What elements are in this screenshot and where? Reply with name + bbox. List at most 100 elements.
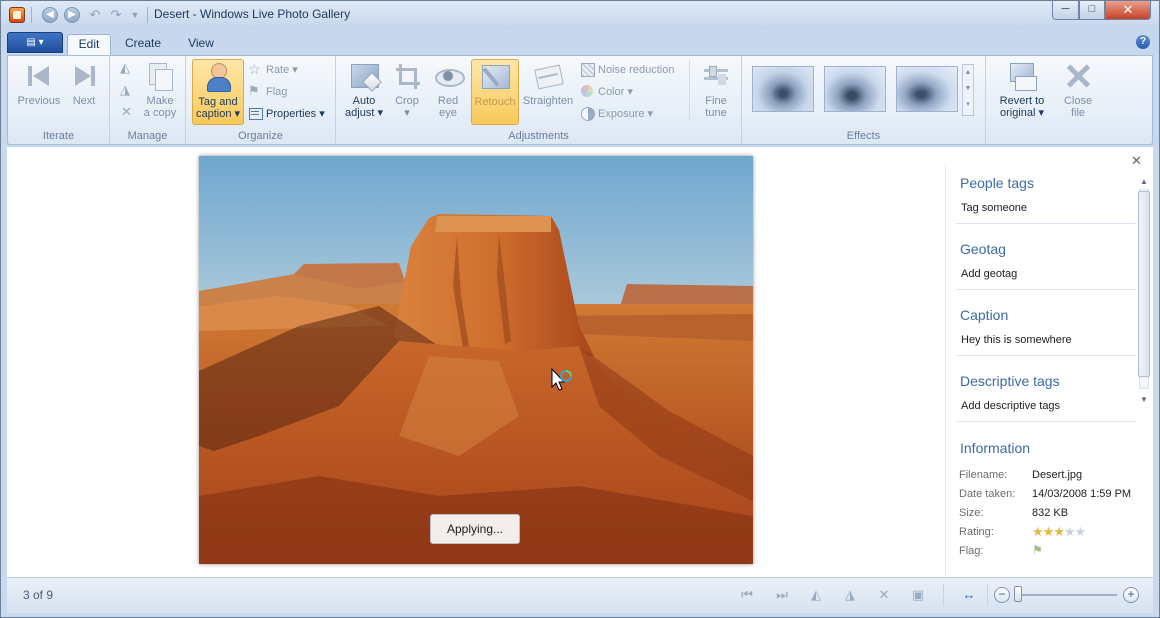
next-photo-icon[interactable]: ⏭ [773, 586, 791, 604]
tag-and-caption-button[interactable]: Tag and caption ▾ [192, 59, 244, 125]
customize-qat-icon[interactable]: ▼ [127, 7, 143, 23]
previous-icon [24, 61, 54, 91]
straighten-label: Straighten [522, 95, 574, 107]
star-empty-icon[interactable]: ★ [1075, 524, 1087, 539]
minimize-button[interactable]: ─ [1052, 1, 1079, 20]
fine-tune-button[interactable]: Fine tune [696, 59, 736, 125]
ribbon-tab-strip: ▤ ▾ Edit Create View ? [1, 29, 1159, 55]
date-taken-value[interactable]: 14/03/2008 1:59 PM [1032, 488, 1131, 500]
scroll-up-icon[interactable]: ▲ [1140, 177, 1148, 186]
rotate-left-icon[interactable] [120, 60, 134, 76]
properties-button[interactable]: Properties ▾ [248, 105, 325, 123]
tag-caption-dropdown-icon: ▾ [231, 108, 241, 120]
zoom-slider-track[interactable] [1017, 594, 1117, 596]
previous-photo-icon[interactable]: ⏮ [738, 586, 756, 604]
rotate-right-icon[interactable] [120, 82, 134, 98]
next-label: Next [72, 95, 96, 107]
revert-to-original-button[interactable]: Revert to original ▾ [994, 59, 1050, 125]
straighten-button[interactable]: Straighten [520, 59, 576, 125]
fit-to-window-icon[interactable]: ↔ [960, 586, 978, 604]
properties-label: Properties [266, 108, 317, 120]
star-empty-icon[interactable]: ★ [1064, 524, 1076, 539]
crop-button[interactable]: Crop ▾ [388, 59, 426, 125]
forward-icon[interactable]: ▶ [64, 7, 80, 23]
tab-edit[interactable]: Edit [67, 34, 111, 55]
section-divider [956, 355, 1136, 356]
app-menu-button[interactable]: ▤ ▾ [7, 32, 63, 53]
rotate-left-icon[interactable]: ◭ [807, 586, 825, 604]
help-icon[interactable]: ? [1136, 35, 1150, 49]
zoom-out-icon[interactable]: − [994, 587, 1010, 603]
effect-thumbnail[interactable] [896, 66, 958, 112]
retouch-button[interactable]: Retouch [471, 59, 519, 125]
previous-button[interactable]: Previous [14, 59, 64, 125]
delete-icon[interactable]: ✕ [875, 586, 893, 604]
rate-button[interactable]: Rate ▾ [248, 60, 298, 79]
scroll-thumb[interactable] [1138, 191, 1150, 377]
flag-status-icon[interactable]: ⚑ [1032, 543, 1043, 557]
caption-field[interactable]: Hey this is somewhere [961, 334, 1072, 346]
close-icon: ✕ [1122, 2, 1134, 17]
effect-thumbnail[interactable] [824, 66, 886, 112]
make-copy-icon [145, 61, 175, 91]
geotag-title: Geotag [960, 241, 1006, 257]
filename-label: Filename: [959, 469, 1008, 481]
make-copy-label-1: Make [146, 95, 174, 107]
effects-gallery-scroll[interactable]: ▲ ▼ ▾ [962, 64, 974, 116]
desert-image [199, 156, 753, 564]
revert-label-1: Revert to [999, 95, 1045, 107]
redo-icon[interactable]: ↷ [108, 7, 124, 23]
noise-reduction-icon [580, 62, 595, 77]
star-filled-icon[interactable]: ★ [1053, 524, 1065, 539]
effect-thumbnail[interactable] [752, 66, 814, 112]
photo-position: 3 of 9 [23, 588, 54, 602]
auto-adjust-label-1: Auto [352, 95, 376, 107]
star-filled-icon[interactable]: ★ [1043, 524, 1055, 539]
exposure-button[interactable]: Exposure ▾ [580, 105, 653, 123]
scroll-down-icon[interactable]: ▼ [1140, 395, 1148, 404]
tab-view[interactable]: View [177, 34, 225, 55]
rotate-right-icon[interactable]: ◮ [841, 586, 859, 604]
noise-reduction-label: Noise reduction [598, 64, 675, 76]
star-filled-icon[interactable]: ★ [1032, 524, 1044, 539]
app-icon[interactable] [9, 7, 25, 23]
info-pane-scrollbar[interactable]: ▲ ▼ [1135, 177, 1151, 407]
make-copy-label-2: a copy [143, 107, 177, 119]
zoom-slider-thumb[interactable] [1014, 586, 1022, 602]
delete-icon[interactable] [120, 104, 134, 120]
maximize-button[interactable]: □ [1079, 1, 1105, 20]
section-divider [956, 223, 1136, 224]
tag-someone-link[interactable]: Tag someone [961, 202, 1027, 214]
revert-icon [1007, 61, 1037, 91]
slideshow-icon[interactable]: ▣ [909, 586, 927, 604]
close-file-button[interactable]: Close file [1058, 59, 1098, 125]
red-eye-button[interactable]: Red eye [428, 59, 468, 125]
color-label: Color [598, 86, 625, 98]
close-button[interactable]: ✕ [1105, 1, 1151, 20]
crop-dropdown-icon: ▾ [404, 107, 410, 119]
noise-reduction-button[interactable]: Noise reduction [580, 61, 674, 79]
flag-button[interactable]: Flag [248, 82, 287, 101]
tag-person-icon [203, 62, 233, 92]
rating-stars[interactable]: ★★★★★ [1032, 524, 1087, 540]
tab-create[interactable]: Create [115, 34, 171, 55]
auto-adjust-button[interactable]: Auto adjust ▾ [342, 59, 386, 125]
color-button[interactable]: Color ▾ [580, 83, 633, 101]
add-geotag-link[interactable]: Add geotag [961, 268, 1017, 280]
add-descriptive-tags-link[interactable]: Add descriptive tags [961, 400, 1060, 412]
make-copy-button[interactable]: Make a copy [140, 59, 180, 125]
next-button[interactable]: Next [64, 59, 104, 125]
group-label-manage: Manage [127, 130, 168, 142]
crop-icon [392, 61, 422, 91]
exposure-icon [580, 106, 595, 121]
statusbar-divider [943, 584, 944, 606]
flag-info-label: Flag: [959, 545, 984, 557]
undo-icon[interactable]: ↶ [87, 7, 103, 23]
zoom-in-icon[interactable]: + [1123, 587, 1139, 603]
photo-desert[interactable]: Applying... [199, 156, 753, 564]
filename-value[interactable]: Desert.jpg [1032, 469, 1082, 481]
back-icon[interactable]: ◀ [42, 7, 58, 23]
color-dropdown-icon: ▾ [624, 86, 633, 98]
red-eye-label-1: Red [437, 95, 459, 107]
section-divider [956, 289, 1136, 290]
